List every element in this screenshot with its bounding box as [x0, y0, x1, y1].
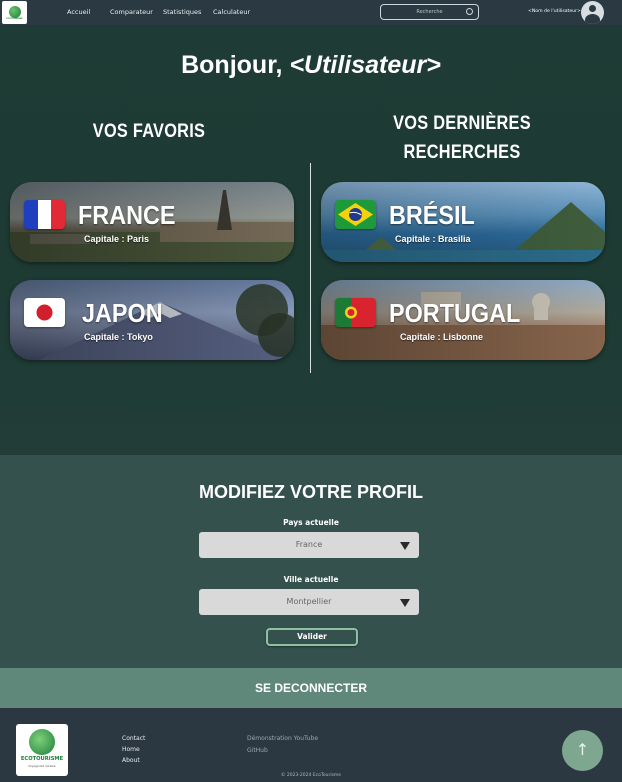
globe-icon — [8, 5, 21, 18]
country-name: PORTUGAL — [389, 298, 521, 328]
city-label: Ville actuelle — [283, 575, 339, 584]
city-select[interactable]: Montpellier — [199, 589, 419, 615]
footer-brand: ECOTOURISME — [20, 756, 64, 762]
country-capital: Capitale : Tokyo — [84, 332, 153, 342]
nav-link-statistiques[interactable]: Statistiques — [163, 8, 201, 16]
nav-link-calculateur[interactable]: Calculateur — [213, 8, 250, 16]
copyright-text: © 2023-2024 EcoTourisme — [280, 773, 342, 778]
france-flag-icon — [24, 200, 65, 229]
validate-button[interactable]: Valider — [266, 628, 358, 646]
footer-link-github[interactable]: GitHub — [247, 747, 268, 754]
footer-link-youtube[interactable]: Démonstration YouTube — [247, 735, 318, 742]
country-label: Pays actuelle — [283, 518, 339, 527]
search-placeholder: Recherche — [416, 9, 443, 15]
footer-link-home[interactable]: Home — [122, 746, 140, 753]
recent-card-bresil[interactable]: BRÉSIL Capitale : Brasilia — [321, 182, 605, 262]
search-input[interactable]: Recherche — [380, 4, 479, 20]
country-capital: Capitale : Brasilia — [395, 234, 471, 244]
column-divider — [310, 163, 311, 373]
footer-link-contact[interactable]: Contact — [122, 735, 145, 742]
search-icon[interactable] — [466, 8, 473, 15]
logo-text: ECOTOURISME — [6, 17, 23, 20]
favorites-title: VOS FAVORIS — [92, 121, 206, 142]
country-name: JAPON — [82, 298, 163, 328]
username-label[interactable]: <Nom de l'utilisateur> — [528, 9, 581, 14]
country-name: FRANCE — [78, 200, 176, 230]
avatar[interactable] — [581, 1, 604, 24]
country-select-value: France — [295, 540, 323, 549]
nav-link-accueil[interactable]: Accueil — [67, 8, 90, 16]
globe-icon — [29, 729, 55, 755]
country-capital: Capitale : Lisbonne — [400, 332, 484, 342]
greeting-text: Bonjour, — [181, 51, 290, 79]
profile-title: MODIFIEZ VOTRE PROFIL — [199, 482, 423, 502]
footer-logo[interactable]: ECOTOURISME Voyage fait durable — [16, 724, 68, 776]
portugal-flag-icon — [335, 298, 376, 327]
page-title: Bonjour, <Utilisateur> — [0, 51, 622, 80]
nav-link-comparateur[interactable]: Comparateur — [110, 8, 153, 16]
user-icon — [589, 5, 596, 12]
favorite-card-france[interactable]: FRANCE Capitale : Paris — [10, 182, 294, 262]
favorite-card-japon[interactable]: JAPON Capitale : Tokyo — [10, 280, 294, 360]
city-select-value: Montpellier — [286, 597, 332, 606]
footer-link-about[interactable]: About — [122, 757, 140, 764]
hero-section: Bonjour, <Utilisateur> VOS FAVORIS VOS D… — [0, 25, 622, 455]
country-name: BRÉSIL — [389, 200, 475, 230]
recent-card-portugal[interactable]: PORTUGAL Capitale : Lisbonne — [321, 280, 605, 360]
arrow-up-icon: ↑ — [575, 740, 590, 759]
japan-flag-icon — [24, 298, 65, 327]
site-logo[interactable]: ECOTOURISME — [2, 1, 27, 24]
country-select[interactable]: France — [199, 532, 419, 558]
footer-tagline: Voyage fait durable — [28, 764, 56, 768]
top-navbar: ECOTOURISME Accueil Comparateur Statisti… — [0, 0, 622, 25]
greeting-user: <Utilisateur> — [289, 51, 441, 79]
brazil-flag-icon — [335, 200, 376, 229]
dropdown-arrow-icon — [400, 599, 410, 607]
country-capital: Capitale : Paris — [84, 234, 150, 244]
profile-section: MODIFIEZ VOTRE PROFIL Pays actuelle Fran… — [0, 455, 622, 668]
dropdown-arrow-icon — [400, 542, 410, 550]
logout-button[interactable]: SE DECONNECTER — [0, 668, 622, 708]
recent-searches-title: VOS DERNIÈRES RECHERCHES — [393, 113, 531, 163]
back-to-top-button[interactable]: ↑ — [562, 730, 603, 771]
footer: ECOTOURISME Voyage fait durable Contact … — [0, 708, 622, 782]
